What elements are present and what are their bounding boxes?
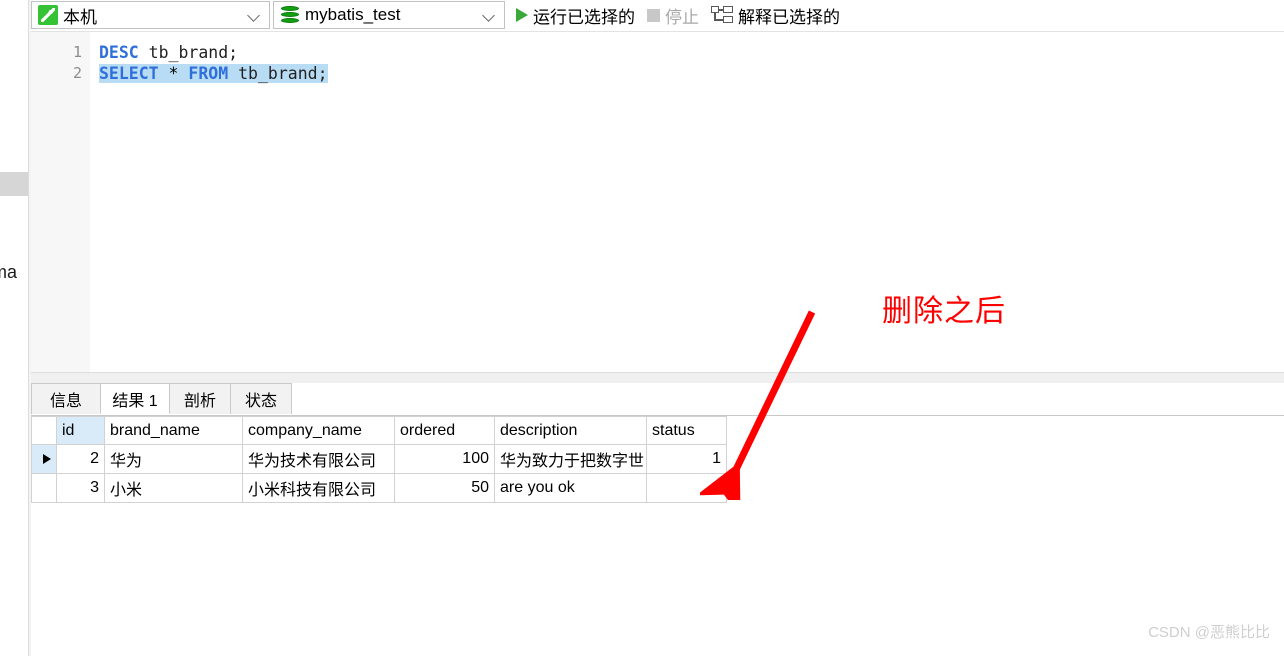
cell-brand-name[interactable]: 华为 [104,444,243,474]
cell-status[interactable]: 1 [646,444,727,474]
result-grid[interactable]: id brand_name company_name ordered descr… [31,416,727,503]
tab-label: 剖析 [183,393,216,410]
sql-identifier: tb_brand; [228,64,328,83]
row-marker-current[interactable] [31,444,57,474]
cell-description[interactable]: 华为致力于把数字世 [494,444,647,474]
code-line-2[interactable]: SELECT * FROM tb_brand; [99,64,328,83]
database-selector[interactable]: mybatis_test [273,1,505,29]
stop-button: 停止 [643,1,703,29]
cell-company-name[interactable]: 小米科技有限公司 [242,473,395,503]
annotation-note: 删除之后 [882,295,1006,328]
stop-icon [647,8,660,22]
cell-description[interactable]: are you ok [494,473,647,503]
tab-profile[interactable]: 剖析 [169,383,231,414]
column-header-brand-name[interactable]: brand_name [104,416,243,445]
sql-operator: * [158,64,189,83]
stop-label: 停止 [665,7,699,27]
chevron-down-icon[interactable] [247,8,261,22]
chevron-down-icon[interactable] [482,8,496,22]
table-header-row: id brand_name company_name ordered descr… [31,416,727,445]
run-selected-label: 运行已选择的 [533,7,635,27]
sql-editor[interactable]: 1 2 DESC tb_brand; SELECT * FROM tb_bran… [31,31,1284,373]
column-header-id[interactable]: id [56,416,105,445]
mysql-dolphin-icon [38,5,58,25]
explain-selected-label: 解释已选择的 [738,7,840,27]
run-selected-button[interactable]: 运行已选择的 [512,1,639,29]
row-marker[interactable] [31,473,57,503]
main-area: 本机 mybatis_test 运行已选择的 停止 解释已选择的 1 2 DES… [31,0,1284,656]
code-line-1[interactable]: DESC tb_brand; [99,43,238,62]
current-row-arrow-icon [43,454,51,464]
sql-identifier: tb_brand; [138,43,239,62]
sql-keyword: SELECT [99,64,159,83]
tab-info[interactable]: 信息 [31,383,101,414]
left-sidebar-strip: ema [0,0,28,656]
result-tabbar: 信息 结果 1 剖析 状态 [31,383,1284,416]
tab-status[interactable]: 状态 [230,383,292,414]
tab-label: 状态 [244,393,277,410]
sql-keyword: DESC [99,43,139,62]
cell-ordered[interactable]: 100 [394,444,495,474]
cell-company-name[interactable]: 华为技术有限公司 [242,444,395,474]
explain-tree-icon [711,6,733,24]
column-header-description[interactable]: description [494,416,647,445]
cell-ordered[interactable]: 50 [394,473,495,503]
tab-result1[interactable]: 结果 1 [100,383,170,414]
database-selector-value: mybatis_test [305,5,401,24]
row-marker-header [31,416,57,445]
column-header-company-name[interactable]: company_name [242,416,395,445]
column-header-status[interactable]: status [646,416,727,445]
host-selector-value: 本机 [63,7,97,27]
line-number: 2 [72,64,82,82]
cell-id[interactable]: 3 [56,473,105,503]
column-header-ordered[interactable]: ordered [394,416,495,445]
cell-id[interactable]: 2 [56,444,105,474]
line-number: 1 [72,43,82,61]
explain-selected-button[interactable]: 解释已选择的 [707,1,844,29]
sql-keyword: FROM [188,64,229,83]
cell-brand-name[interactable]: 小米 [104,473,243,503]
tab-label: 结果 1 [112,392,158,410]
watermark: CSDN @恶熊比比 [1148,624,1270,641]
tab-label: 信息 [49,393,82,410]
database-icon [280,4,300,26]
sidebar-panel-block [0,172,28,196]
toolbar: 本机 mybatis_test 运行已选择的 停止 解释已选择的 [31,0,1284,30]
sidebar-clipped-label: ema [0,262,18,282]
play-icon [516,8,528,22]
table-row[interactable]: 2 华为 华为技术有限公司 100 华为致力于把数字世 1 [31,444,727,474]
table-row[interactable]: 3 小米 小米科技有限公司 50 are you ok 1 [31,473,727,503]
cell-status[interactable]: 1 [646,473,727,503]
editor-gutter: 1 2 [31,32,90,373]
result-table: id brand_name company_name ordered descr… [31,416,727,503]
host-selector[interactable]: 本机 [31,1,270,29]
